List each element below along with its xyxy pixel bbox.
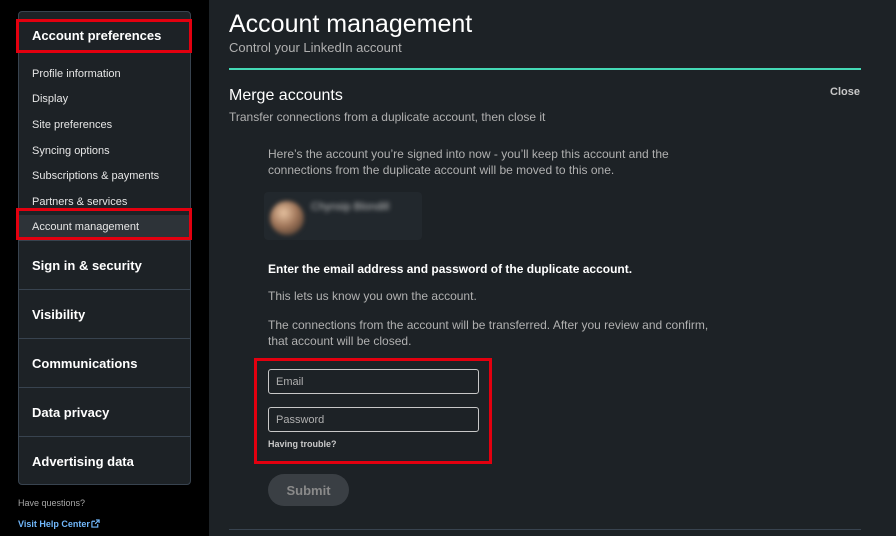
- submit-button[interactable]: Submit: [268, 474, 349, 506]
- sidebar-section-communications[interactable]: Communications: [19, 338, 190, 387]
- sidebar-item-profile-information[interactable]: Profile information: [19, 62, 190, 86]
- external-link-icon: [91, 519, 100, 528]
- sidebar-section-data-privacy[interactable]: Data privacy: [19, 387, 190, 436]
- sidebar-item-subscriptions-payments[interactable]: Subscriptions & payments: [19, 164, 190, 188]
- sidebar-section-sign-in-security[interactable]: Sign in & security: [19, 240, 190, 289]
- highlight-account-preferences: [16, 19, 192, 53]
- page-subtitle: Control your LinkedIn account: [229, 40, 402, 55]
- avatar: [270, 201, 304, 235]
- sidebar-section-visibility[interactable]: Visibility: [19, 289, 190, 338]
- ownership-note: This lets us know you own the account.: [268, 289, 477, 303]
- page-title: Account management: [229, 10, 473, 38]
- transfer-note: The connections from the account will be…: [268, 318, 709, 348]
- sidebar-section-advertising-data[interactable]: Advertising data: [19, 436, 190, 485]
- highlight-credentials-form: [254, 358, 492, 464]
- close-button[interactable]: Close: [830, 86, 860, 98]
- sidebar-item-syncing-options[interactable]: Syncing options: [19, 139, 190, 163]
- section-divider: [229, 529, 861, 530]
- sidebar-item-site-preferences[interactable]: Site preferences: [19, 113, 190, 137]
- enter-credentials-heading: Enter the email address and password of …: [268, 262, 633, 276]
- account-name: Chynsip Blondill: [311, 201, 390, 213]
- highlight-account-management: [16, 208, 192, 240]
- help-center-link-label[interactable]: Visit Help Center: [18, 519, 90, 529]
- merge-accounts-subtitle: Transfer connections from a duplicate ac…: [229, 110, 546, 124]
- merge-accounts-title: Merge accounts: [229, 87, 343, 104]
- sidebar-item-display[interactable]: Display: [19, 87, 190, 111]
- settings-nav: Account preferences Profile information …: [18, 11, 191, 485]
- current-account-card: Chynsip Blondill: [264, 192, 422, 240]
- help-question: Have questions?: [18, 498, 86, 508]
- help-center-link[interactable]: Visit Help Center: [18, 519, 100, 529]
- sidebar: Account preferences Profile information …: [0, 0, 209, 536]
- current-account-note: Here’s the account you’re signed into no…: [268, 147, 669, 177]
- accent-divider: [229, 68, 861, 70]
